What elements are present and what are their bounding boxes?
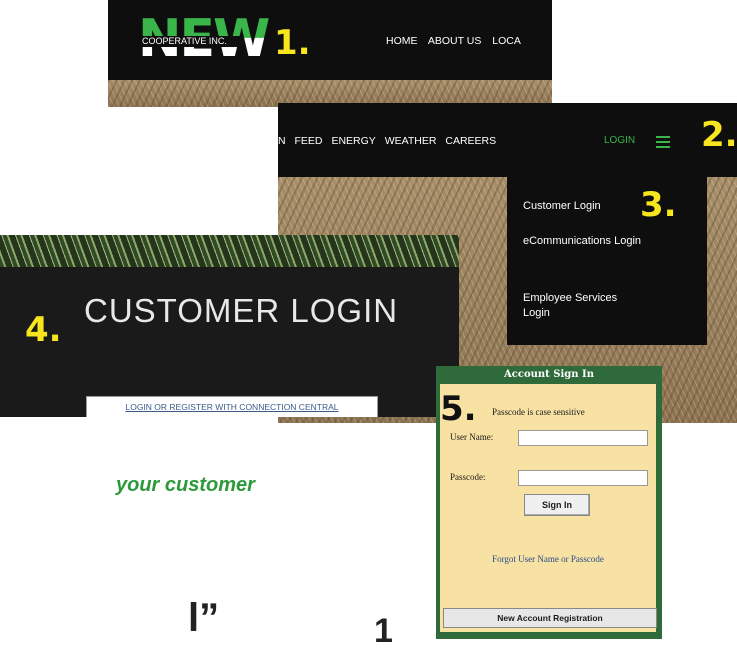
nav-item-partial[interactable]: N <box>278 135 286 147</box>
new-account-registration-button[interactable]: New Account Registration <box>443 608 657 628</box>
login-dropdown: Customer Login eCommunications Login Emp… <box>507 177 707 345</box>
site-header-bar: NEW NEW COOPERATIVE INC. HOME ABOUT US L… <box>108 0 552 80</box>
step-1-label: 1. <box>274 23 311 63</box>
forgot-credentials-link[interactable]: Forgot User Name or Passcode <box>440 554 656 564</box>
nav-feed[interactable]: FEED <box>295 135 323 147</box>
sign-in-button[interactable]: Sign In <box>524 494 590 516</box>
main-nav: N FEED ENERGY WEATHER CAREERS <box>278 135 502 147</box>
sign-in-header: Account Sign In <box>504 369 594 380</box>
corn-leaves-image <box>0 235 459 267</box>
passcode-label: Passcode: <box>450 472 486 482</box>
user-name-label: User Name: <box>450 432 494 442</box>
menu-ecommunications-login[interactable]: eCommunications Login <box>523 234 643 249</box>
passcode-input[interactable] <box>518 470 648 486</box>
quote-fragment: l” <box>188 596 220 640</box>
new-cooperative-logo[interactable]: NEW NEW COOPERATIVE INC. <box>138 10 270 68</box>
nav-weather[interactable]: WEATHER <box>385 135 437 147</box>
logo-subtext: COOPERATIVE INC. <box>140 36 242 47</box>
user-name-input[interactable] <box>518 430 648 446</box>
top-nav: HOME ABOUT US LOCA <box>386 35 529 47</box>
login-link[interactable]: LOGIN <box>604 135 635 146</box>
site-header-panel: NEW NEW COOPERATIVE INC. HOME ABOUT US L… <box>108 0 552 107</box>
customer-login-title: CUSTOMER LOGIN <box>84 292 399 329</box>
step-5-label: 5. <box>440 389 477 429</box>
connection-central-login-button[interactable]: LOGIN OR REGISTER WITH CONNECTION CENTRA… <box>86 396 378 417</box>
nav-careers[interactable]: CAREERS <box>445 135 496 147</box>
instruction-subtitle: your customer <box>116 474 255 496</box>
nav-bar: N FEED ENERGY WEATHER CAREERS LOGIN <box>278 103 737 177</box>
passcode-note: Passcode is case sensitive <box>492 407 585 417</box>
nav-energy[interactable]: ENERGY <box>331 135 375 147</box>
menu-customer-login[interactable]: Customer Login <box>523 199 643 214</box>
customer-login-panel: CUSTOMER LOGIN LOGIN OR REGISTER WITH CO… <box>0 235 459 417</box>
nav-locations[interactable]: LOCA <box>492 35 521 47</box>
step-3-label: 3. <box>640 185 677 225</box>
hamburger-icon[interactable] <box>656 136 670 151</box>
number-fragment: 1 <box>374 612 393 650</box>
nav-home[interactable]: HOME <box>386 35 418 47</box>
step-4-label: 4. <box>25 310 62 350</box>
nav-about-us[interactable]: ABOUT US <box>428 35 481 47</box>
menu-employee-services-login[interactable]: Employee Services Login <box>523 291 643 321</box>
step-2-label: 2. <box>701 115 737 155</box>
